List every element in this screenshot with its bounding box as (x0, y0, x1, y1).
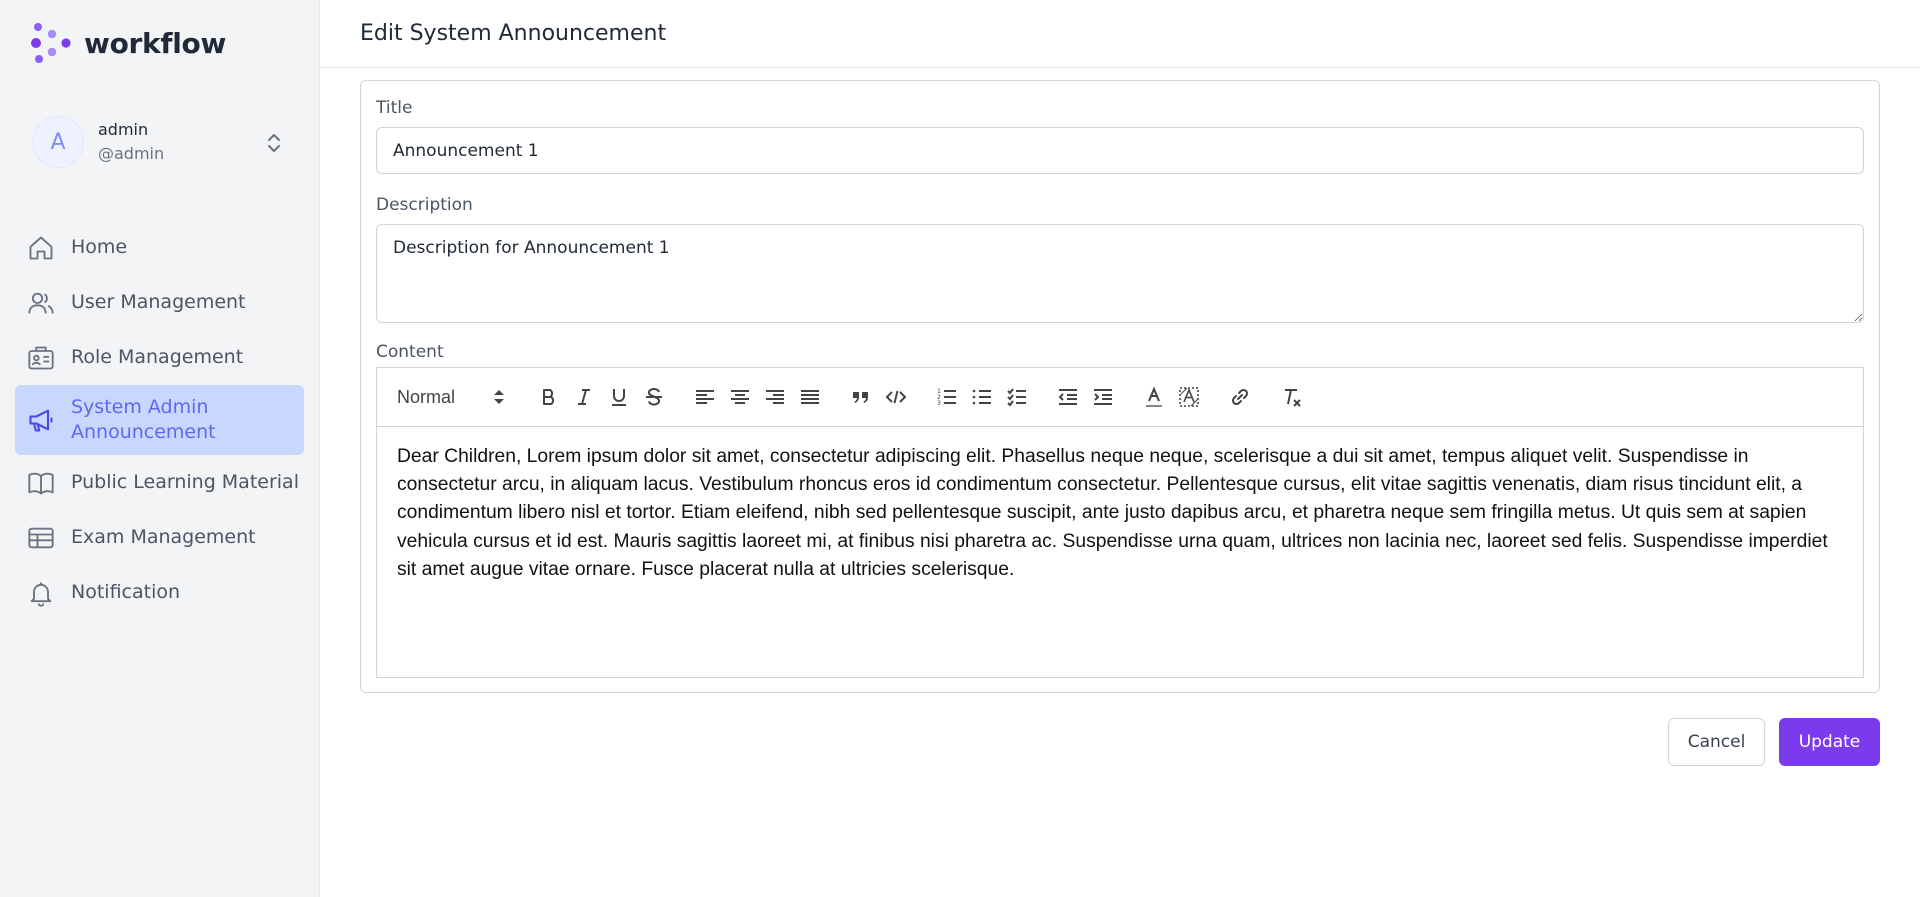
sidebar-item-label: User Management (71, 291, 246, 313)
text-color-icon (1145, 386, 1162, 407)
underline-icon (611, 389, 626, 406)
sidebar-item-public-learning-material[interactable]: Public Learning Material (15, 455, 304, 510)
bullet-list-icon (972, 389, 991, 405)
description-label: Description (376, 195, 473, 215)
underline-button[interactable] (601, 382, 636, 412)
editor-toolbar: Normal 1 2 3 (377, 368, 1863, 427)
strikethrough-icon (645, 387, 662, 406)
brand-name: workflow (84, 26, 227, 60)
sidebar-item-system-admin-announcement[interactable]: System Admin Announcement (15, 385, 304, 455)
bell-icon (30, 582, 52, 607)
italic-icon (577, 389, 590, 405)
sidebar-item-exam-management[interactable]: Exam Management (15, 510, 304, 565)
page-header: Edit System Announcement (320, 0, 1920, 68)
sidebar-item-label: Home (71, 236, 128, 258)
chevron-up-down-icon[interactable] (264, 132, 284, 154)
svg-text:3: 3 (937, 400, 941, 407)
sidebar-item-label: Exam Management (71, 526, 256, 548)
align-left-icon (695, 390, 714, 404)
ordered-list-icon: 123 (937, 388, 956, 407)
align-justify-icon (800, 390, 819, 404)
align-center-button[interactable] (722, 382, 757, 412)
align-right-button[interactable] (757, 382, 792, 412)
update-button[interactable]: Update (1779, 718, 1880, 766)
avatar: A (32, 116, 84, 168)
bold-button[interactable] (531, 382, 566, 412)
code-block-button[interactable] (878, 382, 913, 412)
align-right-icon (765, 390, 784, 404)
sidebar-item-label: Notification (71, 581, 181, 603)
title-label: Title (376, 98, 413, 118)
rich-text-editor: Normal 1 2 3 Dear Children, Lorem ipsum … (376, 367, 1864, 678)
outdent-icon (1058, 389, 1077, 405)
sidebar-item-home[interactable]: Home (15, 220, 304, 275)
user-name: admin (98, 120, 149, 139)
strikethrough-button[interactable] (636, 382, 671, 412)
sidebar-item-label: Public Learning Material (71, 471, 299, 493)
sidebar-item-notification[interactable]: Notification (15, 565, 304, 620)
bold-icon (542, 389, 554, 405)
link-icon (1231, 388, 1248, 406)
sidebar-nav: Home User Management Role Management Sys… (15, 220, 304, 620)
check-list-icon (1006, 388, 1026, 407)
align-center-icon (730, 390, 749, 404)
workflow-logo-icon (31, 23, 71, 63)
ordered-list-button[interactable]: 123 (929, 382, 964, 412)
sidebar-item-label: Role Management (71, 346, 244, 368)
indent-icon (1093, 389, 1112, 405)
align-left-button[interactable] (687, 382, 722, 412)
align-justify-button[interactable] (792, 382, 827, 412)
users-icon (28, 292, 54, 314)
title-input[interactable] (376, 127, 1864, 174)
content-label: Content (376, 342, 444, 362)
announcement-form: Title Description Description for Announ… (360, 80, 1880, 693)
description-textarea[interactable]: Description for Announcement 1 (376, 224, 1864, 323)
format-select-value: Normal (397, 386, 456, 407)
brand[interactable]: workflow (30, 22, 226, 64)
page-title: Edit System Announcement (360, 21, 667, 46)
indent-button[interactable] (1085, 382, 1120, 412)
format-select[interactable]: Normal (397, 382, 505, 412)
table-icon (28, 527, 54, 548)
sidebar: workflow A admin @admin Home User Manage… (0, 0, 320, 897)
italic-button[interactable] (566, 382, 601, 412)
text-color-button[interactable] (1136, 382, 1171, 412)
code-block-icon (885, 390, 906, 404)
id-card-icon (28, 346, 54, 369)
user-switcher[interactable]: A admin @admin (32, 116, 288, 168)
link-button[interactable] (1222, 382, 1257, 412)
home-icon (29, 236, 53, 259)
sidebar-item-label: System Admin Announcement (71, 396, 216, 443)
background-color-icon (1178, 387, 1199, 407)
megaphone-icon (29, 409, 53, 432)
editor-content[interactable]: Dear Children, Lorem ipsum dolor sit ame… (377, 427, 1863, 600)
sidebar-item-role-management[interactable]: Role Management (15, 330, 304, 385)
sidebar-item-user-management[interactable]: User Management (15, 275, 304, 330)
background-color-button[interactable] (1171, 382, 1206, 412)
outdent-button[interactable] (1050, 382, 1085, 412)
check-list-button[interactable] (999, 382, 1034, 412)
cancel-button[interactable]: Cancel (1668, 718, 1765, 766)
clear-format-icon (1284, 389, 1301, 407)
clear-format-button[interactable] (1273, 382, 1308, 412)
bullet-list-button[interactable] (964, 382, 999, 412)
book-icon (28, 472, 54, 494)
select-arrows-icon (494, 390, 504, 404)
blockquote-icon (852, 392, 868, 403)
user-handle: @admin (98, 144, 165, 163)
blockquote-button[interactable] (843, 382, 878, 412)
